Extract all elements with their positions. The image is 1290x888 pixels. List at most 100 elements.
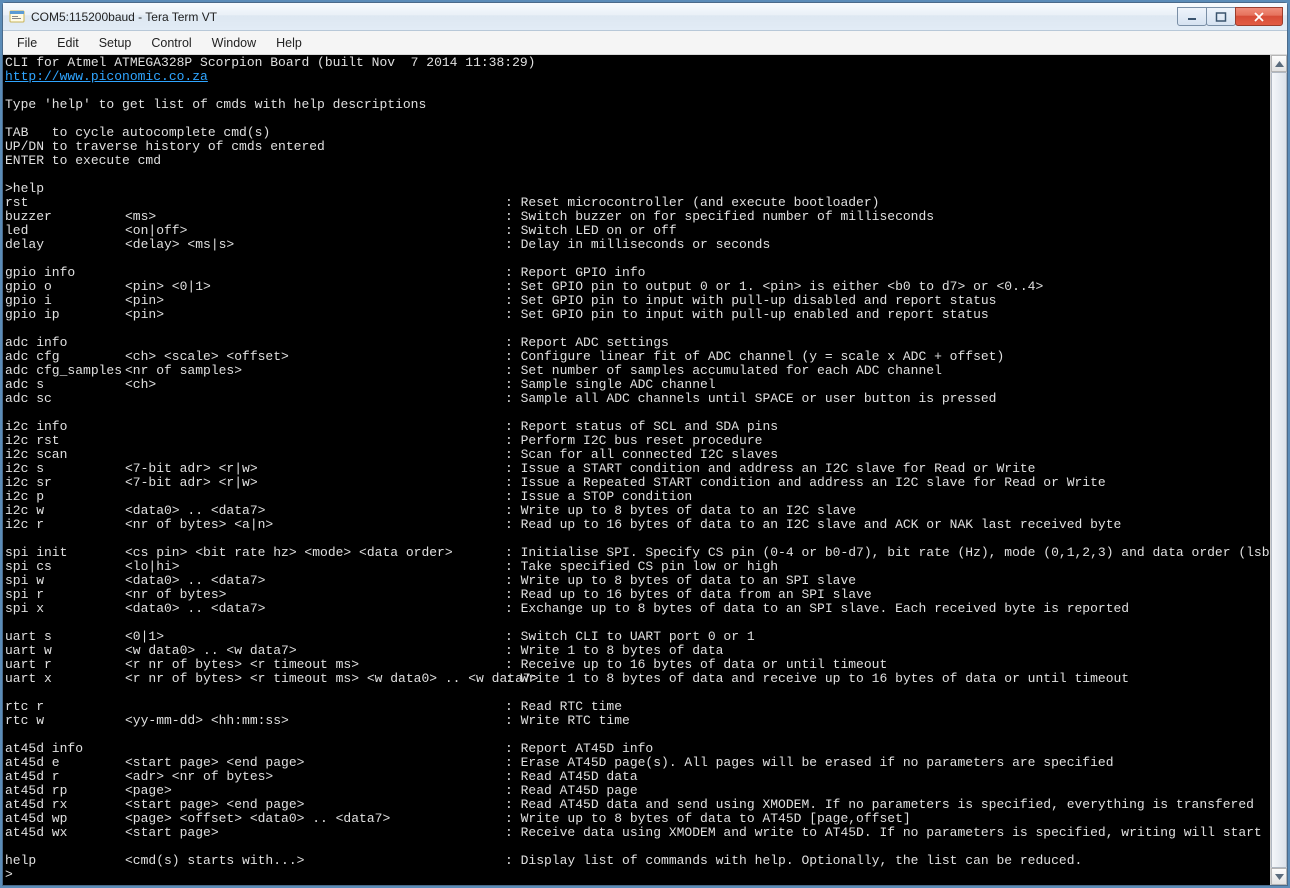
cmd-args: <data0> .. <data7> xyxy=(125,602,505,616)
cmd-help: help<cmd(s) starts with...>: Display lis… xyxy=(5,854,1268,868)
cmd-uart-r: uart r<r nr of bytes> <r timeout ms>: Re… xyxy=(5,658,1268,672)
cmd-adc-cfg-samples: adc cfg_samples<nr of samples>: Set numb… xyxy=(5,364,1268,378)
cmd-spi-x: spi x<data0> .. <data7>: Exchange up to … xyxy=(5,602,1268,616)
cmd-args: <adr> <nr of bytes> xyxy=(125,770,505,784)
cmd-gpio-ip: gpio ip<pin>: Set GPIO pin to input with… xyxy=(5,308,1268,322)
cmd-at45d-wx: at45d wx<start page>: Receive data using… xyxy=(5,826,1268,840)
minimize-button[interactable] xyxy=(1177,7,1207,26)
cmd-name: gpio o xyxy=(5,280,125,294)
cmd-args: <page> xyxy=(125,784,505,798)
scroll-down-button[interactable] xyxy=(1271,868,1287,885)
menu-edit[interactable]: Edit xyxy=(47,33,89,53)
cmd-led: led<on|off>: Switch LED on or off xyxy=(5,224,1268,238)
close-button[interactable] xyxy=(1235,7,1283,26)
banner-url[interactable]: http://www.piconomic.co.za xyxy=(5,69,208,84)
cmd-desc: : Write 1 to 8 bytes of data xyxy=(505,644,1268,658)
cmd-uart-s: uart s<0|1>: Switch CLI to UART port 0 o… xyxy=(5,630,1268,644)
cmd-name: i2c r xyxy=(5,518,125,532)
scroll-thumb[interactable] xyxy=(1271,72,1287,868)
cmd-i2c-s: i2c s<7-bit adr> <r|w>: Issue a START co… xyxy=(5,462,1268,476)
menubar: File Edit Setup Control Window Help xyxy=(3,31,1287,55)
cmd-name: i2c s xyxy=(5,462,125,476)
cmd-name: at45d rx xyxy=(5,798,125,812)
cmd-name: i2c scan xyxy=(5,448,125,462)
cmd-args: <delay> <ms|s> xyxy=(125,238,505,252)
cmd-desc: : Report ADC settings xyxy=(505,336,1268,350)
window-title: COM5:115200baud - Tera Term VT xyxy=(31,10,1178,24)
cmd-desc: : Read AT45D data and send using XMODEM.… xyxy=(505,798,1268,812)
cmd-name: adc sc xyxy=(5,392,125,406)
cmd-desc: : Delay in milliseconds or seconds xyxy=(505,238,1268,252)
cmd-desc: : Switch CLI to UART port 0 or 1 xyxy=(505,630,1268,644)
menu-control[interactable]: Control xyxy=(141,33,201,53)
cmd-args xyxy=(125,434,505,448)
cmd-adc-cfg: adc cfg<ch> <scale> <offset>: Configure … xyxy=(5,350,1268,364)
menu-help[interactable]: Help xyxy=(266,33,312,53)
cmd-uart-w: uart w<w data0> .. <w data7>: Write 1 to… xyxy=(5,644,1268,658)
cmd-i2c-info: i2c info: Report status of SCL and SDA p… xyxy=(5,420,1268,434)
cmd-desc: : Read up to 16 bytes of data to an I2C … xyxy=(505,518,1268,532)
cmd-desc: : Set GPIO pin to input with pull-up ena… xyxy=(505,308,1268,322)
cmd-args: <start page> <end page> xyxy=(125,756,505,770)
cmd-delay: delay<delay> <ms|s>: Delay in millisecon… xyxy=(5,238,1268,252)
cmd-name: i2c w xyxy=(5,504,125,518)
cmd-desc: : Take specified CS pin low or high xyxy=(505,560,1268,574)
cmd-args xyxy=(125,196,505,210)
cmd-args: <w data0> .. <w data7> xyxy=(125,644,505,658)
cmd-i2c-p: i2c p : Issue a STOP condition xyxy=(5,490,1268,504)
cmd-args: <pin> xyxy=(125,294,505,308)
cmd-name: adc s xyxy=(5,378,125,392)
cmd-desc: : Set GPIO pin to output 0 or 1. <pin> i… xyxy=(505,280,1268,294)
cmd-args: <pin> <0|1> xyxy=(125,280,505,294)
cmd-args: <nr of samples> xyxy=(125,364,505,378)
cmd-name: spi w xyxy=(5,574,125,588)
cmd-name: spi x xyxy=(5,602,125,616)
cmd-desc: : Write up to 8 bytes of data to an SPI … xyxy=(505,574,1268,588)
terminal[interactable]: CLI for Atmel ATMEGA328P Scorpion Board … xyxy=(3,55,1270,885)
cmd-args: <cs pin> <bit rate hz> <mode> <data orde… xyxy=(125,546,505,560)
menu-window[interactable]: Window xyxy=(202,33,266,53)
cmd-args: <ch> xyxy=(125,378,505,392)
cmd-name: led xyxy=(5,224,125,238)
cmd-args xyxy=(125,448,505,462)
cmd-desc: : Report status of SCL and SDA pins xyxy=(505,420,1268,434)
cmd-desc: : Write up to 8 bytes of data to an I2C … xyxy=(505,504,1268,518)
vertical-scrollbar[interactable] xyxy=(1270,55,1287,885)
cmd-name: at45d r xyxy=(5,770,125,784)
cmd-i2c-sr: i2c sr<7-bit adr> <r|w>: Issue a Repeate… xyxy=(5,476,1268,490)
cmd-at45d-rp: at45d rp<page>: Read AT45D page xyxy=(5,784,1268,798)
cmd-name: uart x xyxy=(5,672,125,686)
maximize-button[interactable] xyxy=(1206,7,1236,26)
menu-setup[interactable]: Setup xyxy=(89,33,142,53)
cmd-name: buzzer xyxy=(5,210,125,224)
cmd-desc: : Issue a START condition and address an… xyxy=(505,462,1268,476)
cmd-name: spi cs xyxy=(5,560,125,574)
app-icon xyxy=(9,9,25,25)
cmd-rst: rst: Reset microcontroller (and execute … xyxy=(5,196,1268,210)
cmd-args: <data0> .. <data7> xyxy=(125,574,505,588)
titlebar[interactable]: COM5:115200baud - Tera Term VT xyxy=(3,3,1287,31)
scroll-up-button[interactable] xyxy=(1271,55,1287,72)
cmd-desc: : Issue a STOP condition xyxy=(505,490,1268,504)
menu-file[interactable]: File xyxy=(7,33,47,53)
scroll-track[interactable] xyxy=(1271,72,1287,868)
cmd-desc: : Scan for all connected I2C slaves xyxy=(505,448,1268,462)
cmd-name: uart s xyxy=(5,630,125,644)
cmd-desc: : Reset microcontroller (and execute boo… xyxy=(505,196,1268,210)
cmd-desc: : Read AT45D data xyxy=(505,770,1268,784)
cmd-at45d-rx: at45d rx<start page> <end page>: Read AT… xyxy=(5,798,1268,812)
cmd-args: <nr of bytes> xyxy=(125,588,505,602)
cmd-desc: : Write up to 8 bytes of data to AT45D [… xyxy=(505,812,1268,826)
cmd-spi-cs: spi cs<lo|hi>: Take specified CS pin low… xyxy=(5,560,1268,574)
tab-hint: TAB to cycle autocomplete cmd(s) xyxy=(5,125,270,140)
cmd-uart-x: uart x<r nr of bytes> <r timeout ms> <w … xyxy=(5,672,1268,686)
window-controls xyxy=(1178,7,1283,26)
cmd-name: i2c p xyxy=(5,490,125,504)
cmd-name: rtc r xyxy=(5,700,125,714)
cmd-desc: : Write 1 to 8 bytes of data and receive… xyxy=(505,672,1268,686)
cmd-desc: : Display list of commands with help. Op… xyxy=(505,854,1268,868)
cmd-args: <on|off> xyxy=(125,224,505,238)
prompt-help: >help xyxy=(5,181,44,196)
cmd-adc-s: adc s<ch>: Sample single ADC channel xyxy=(5,378,1268,392)
cmd-desc: : Set number of samples accumulated for … xyxy=(505,364,1268,378)
